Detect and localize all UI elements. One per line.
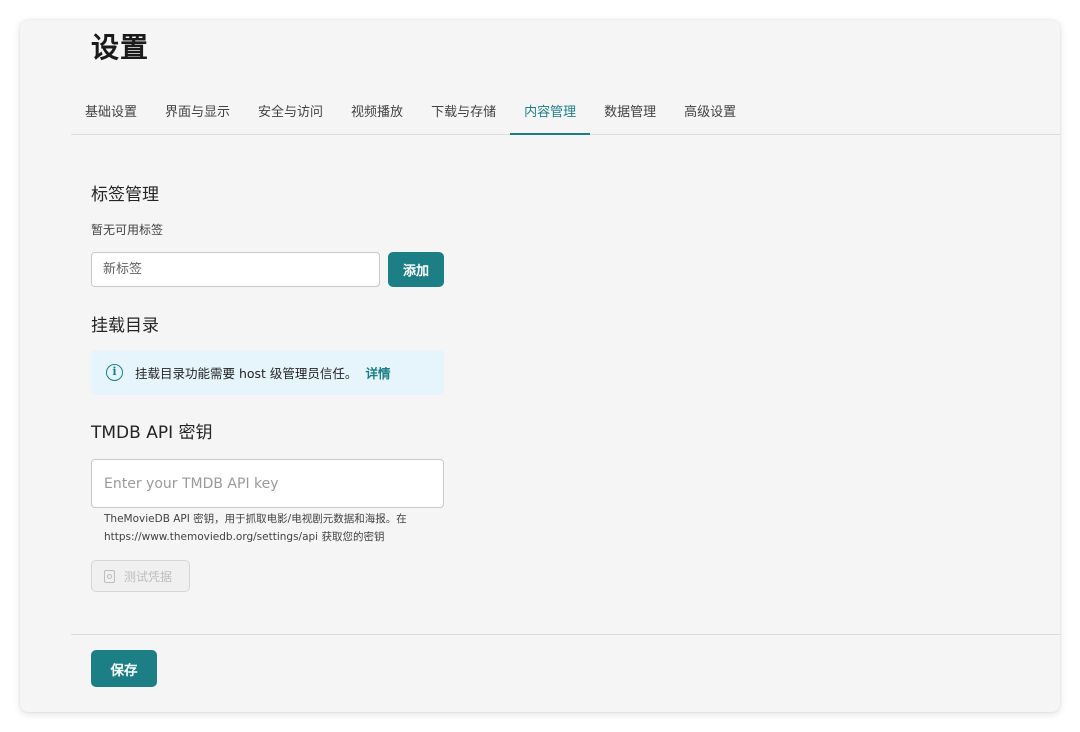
tab-content[interactable]: 内容管理 <box>510 96 591 135</box>
tab-download[interactable]: 下载与存储 <box>417 96 510 134</box>
tab-basic[interactable]: 基础设置 <box>71 96 151 134</box>
tab-interface[interactable]: 界面与显示 <box>151 96 244 134</box>
page-title: 设置 <box>91 31 150 64</box>
info-icon: i <box>106 364 123 381</box>
settings-card: 设置 基础设置 界面与显示 安全与访问 视频播放 下载与存储 内容管理 数据管理… <box>20 20 1060 712</box>
tmdb-api-key-input[interactable] <box>91 459 444 508</box>
mount-section-title: 挂载目录 <box>91 316 159 336</box>
tmdb-section-title: TMDB API 密钥 <box>91 423 213 443</box>
tab-advanced[interactable]: 高级设置 <box>670 96 750 134</box>
footer-divider <box>71 634 1060 635</box>
tmdb-help-line-1: TheMovieDB API 密钥，用于抓取电影/电视剧元数据和海报。在 <box>104 513 407 525</box>
tmdb-help-line-2: https://www.themoviedb.org/settings/api … <box>104 531 385 543</box>
mount-info-text: 挂载目录功能需要 host 级管理员信任。 <box>135 366 358 381</box>
mount-details-link[interactable]: 详情 <box>365 363 390 382</box>
tmdb-help-text: TheMovieDB API 密钥，用于抓取电影/电视剧元数据和海报。在 htt… <box>104 510 434 546</box>
new-tag-input[interactable] <box>91 252 380 287</box>
test-credentials-button[interactable]: 测试凭据 <box>91 560 190 592</box>
test-credentials-label: 测试凭据 <box>124 569 173 584</box>
tags-empty-text: 暂无可用标签 <box>91 223 164 237</box>
add-tag-button[interactable]: 添加 <box>388 252 444 287</box>
document-search-icon <box>104 569 115 583</box>
tab-security[interactable]: 安全与访问 <box>244 96 337 134</box>
save-button[interactable]: 保存 <box>91 650 157 687</box>
tags-section-title: 标签管理 <box>91 185 159 205</box>
mount-info-bar: i 挂载目录功能需要 host 级管理员信任。 详情 <box>91 350 444 395</box>
tab-data[interactable]: 数据管理 <box>590 96 670 134</box>
tab-video[interactable]: 视频播放 <box>337 96 417 134</box>
settings-tabs: 基础设置 界面与显示 安全与访问 视频播放 下载与存储 内容管理 数据管理 高级… <box>71 96 1060 135</box>
